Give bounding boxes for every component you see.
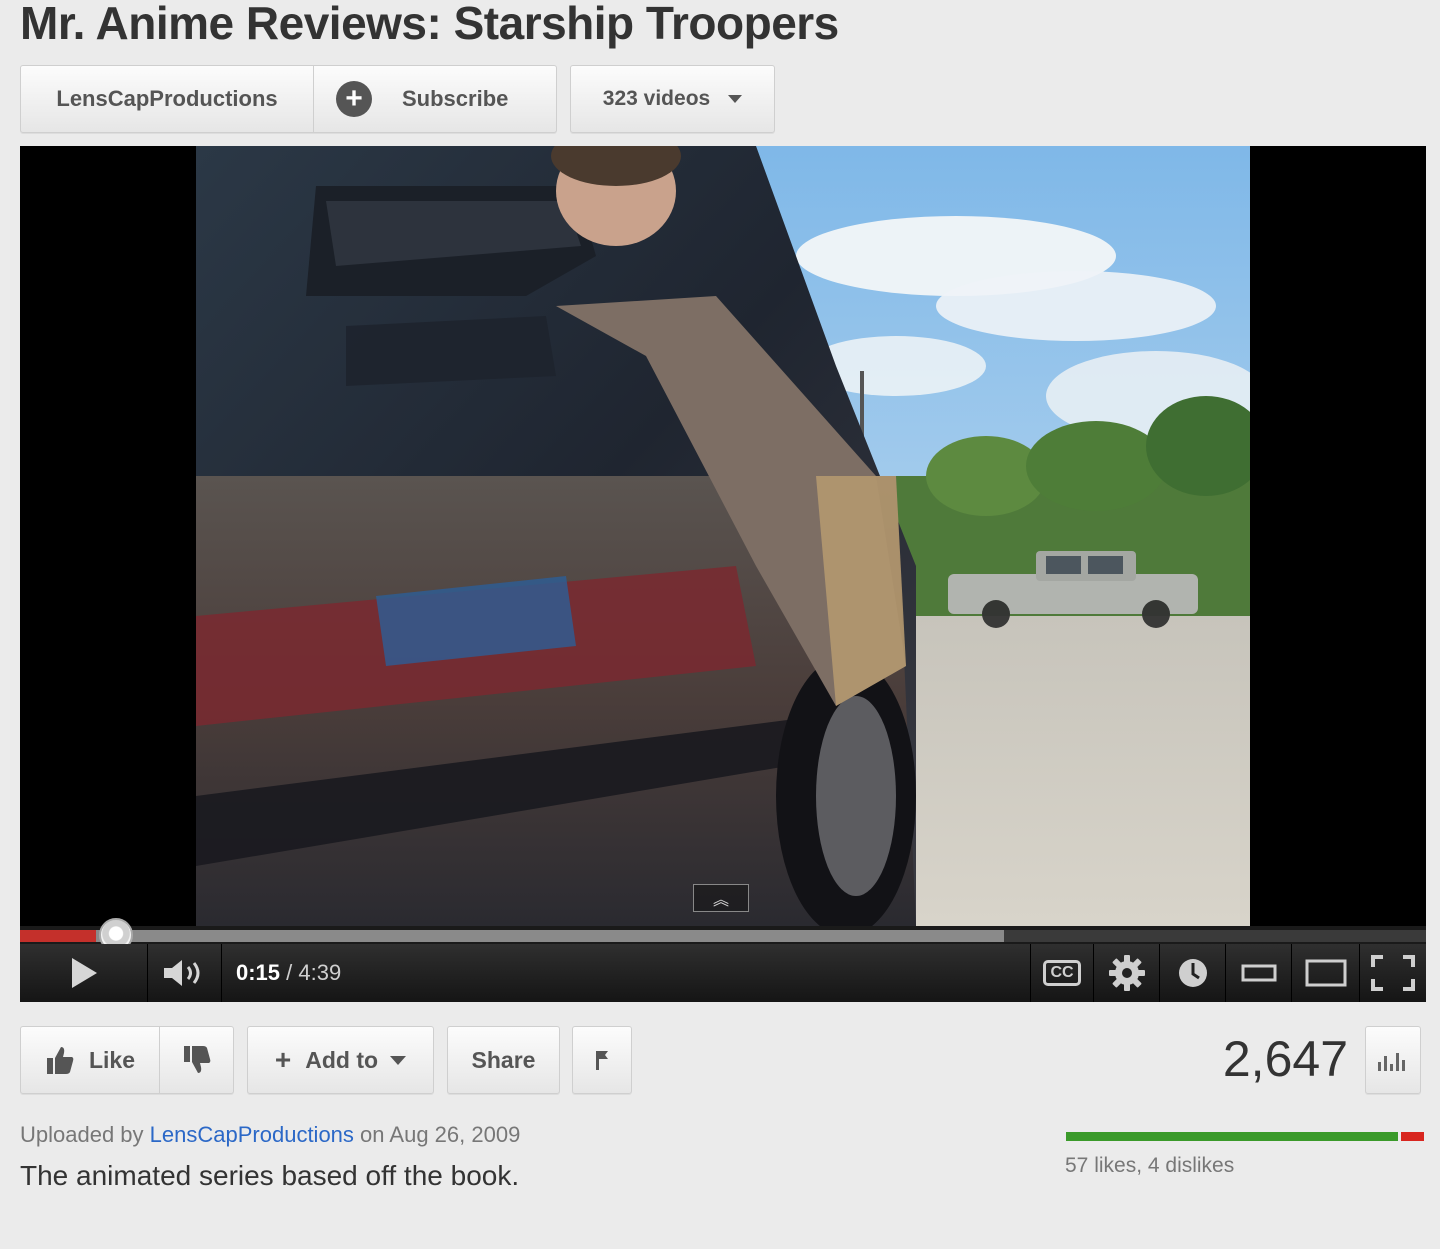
stats-button[interactable] xyxy=(1365,1026,1421,1094)
small-player-button[interactable] xyxy=(1226,944,1292,1002)
progress-buffered xyxy=(20,930,1005,942)
uploaded-prefix: Uploaded by xyxy=(20,1122,144,1147)
like-button[interactable]: Like xyxy=(20,1026,160,1094)
videos-dropdown-button[interactable]: 323 videos xyxy=(570,65,775,133)
video-frame[interactable]: ︽ xyxy=(196,146,1250,926)
large-screen-icon xyxy=(1305,959,1346,987)
play-icon xyxy=(71,958,97,988)
video-player[interactable]: ︽ 0:15 / 4:39 CC xyxy=(20,146,1426,1002)
add-to-label: Add to xyxy=(305,1046,379,1073)
small-screen-icon xyxy=(1241,964,1276,982)
likes-ratio-bar xyxy=(1066,1132,1424,1141)
view-count: 2,647 xyxy=(1222,1031,1348,1087)
channel-name-button[interactable]: LensCapProductions xyxy=(20,65,314,133)
flag-icon xyxy=(596,1051,608,1070)
large-player-button[interactable] xyxy=(1292,944,1360,1002)
fullscreen-icon xyxy=(1371,955,1415,991)
videos-count-label: 323 videos xyxy=(602,87,711,110)
plus-icon: + xyxy=(274,1044,292,1075)
dislike-button[interactable] xyxy=(160,1026,234,1094)
settings-button[interactable] xyxy=(1094,944,1160,1002)
fullscreen-button[interactable] xyxy=(1360,944,1426,1002)
subscribe-button[interactable]: + Subscribe xyxy=(314,65,557,133)
volume-button[interactable] xyxy=(148,944,222,1002)
video-description: The animated series based off the book. xyxy=(20,1160,520,1191)
channel-name-label: LensCapProductions xyxy=(56,86,278,111)
gear-icon xyxy=(1108,955,1145,991)
video-frame-image xyxy=(196,146,1250,926)
chevron-down-icon xyxy=(728,95,743,103)
dislikes-ratio-red xyxy=(1401,1132,1424,1141)
upload-info: Uploaded by LensCapProductions on Aug 26… xyxy=(20,1122,520,1148)
cc-icon: CC xyxy=(1043,960,1081,986)
progress-bar[interactable] xyxy=(20,918,1426,952)
likes-ratio-green xyxy=(1066,1132,1398,1141)
play-button[interactable] xyxy=(20,944,148,1002)
add-to-button[interactable]: + Add to xyxy=(247,1026,434,1094)
plus-circle-icon: + xyxy=(336,81,372,117)
current-time: 0:15 xyxy=(236,960,281,985)
share-label: Share xyxy=(471,1046,536,1073)
chevron-down-icon xyxy=(390,1055,407,1065)
time-display: 0:15 / 4:39 xyxy=(222,960,1030,986)
clock-icon xyxy=(1178,959,1207,987)
captions-button[interactable]: CC xyxy=(1030,944,1094,1002)
video-title: Mr. Anime Reviews: Starship Troopers xyxy=(20,0,839,49)
likes-summary: 57 likes, 4 dislikes xyxy=(1065,1154,1235,1177)
upload-date: on Aug 26, 2009 xyxy=(360,1122,521,1147)
progress-played xyxy=(20,930,96,942)
double-chevron-up-icon: ︽ xyxy=(712,892,729,909)
bar-chart-icon xyxy=(1378,1053,1405,1071)
like-label: Like xyxy=(88,1046,136,1073)
expand-annotations-button[interactable]: ︽ xyxy=(693,884,749,912)
flag-button[interactable] xyxy=(572,1026,632,1094)
uploader-link[interactable]: LensCapProductions xyxy=(150,1122,354,1147)
volume-icon xyxy=(163,960,199,986)
player-controls: 0:15 / 4:39 CC xyxy=(20,944,1426,1002)
subscribe-label: Subscribe xyxy=(402,86,509,111)
thumbs-down-icon xyxy=(183,1046,210,1073)
thumbs-up-icon xyxy=(46,1047,74,1074)
duration: / 4:39 xyxy=(286,960,342,985)
share-button[interactable]: Share xyxy=(447,1026,560,1094)
watch-later-button[interactable] xyxy=(1160,944,1226,1002)
